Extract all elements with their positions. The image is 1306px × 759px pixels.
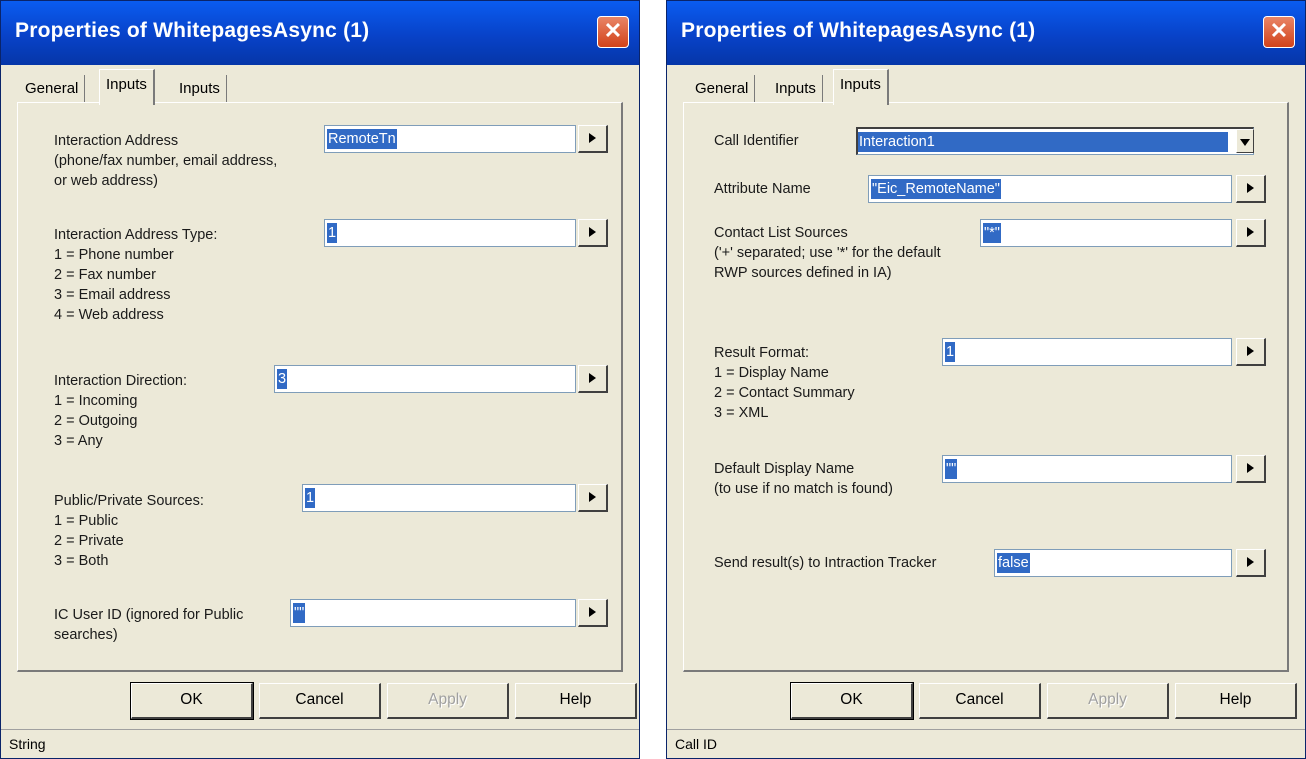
cancel-button[interactable]: Cancel: [919, 683, 1041, 719]
arrow-right-icon: [589, 492, 596, 502]
close-button[interactable]: ✕: [1263, 16, 1295, 48]
tab-inputs-2[interactable]: Inputs: [173, 75, 227, 103]
arrow-right-icon: [1247, 346, 1254, 356]
field-value: 3: [277, 369, 288, 389]
field-value: RemoteTn: [327, 129, 397, 149]
expression-button[interactable]: [1236, 549, 1266, 577]
arrow-right-icon: [1247, 227, 1254, 237]
tab-inputs-2[interactable]: Inputs: [833, 69, 889, 105]
arrow-right-icon: [589, 607, 596, 617]
close-icon: ✕: [603, 18, 623, 43]
tab-inputs-1[interactable]: Inputs: [769, 75, 823, 103]
interaction-address-type-field[interactable]: 1: [324, 219, 576, 247]
interaction-address-label: Interaction Address (phone/fax number, e…: [54, 133, 278, 189]
expression-button[interactable]: [1236, 219, 1266, 247]
tab-general[interactable]: General: [19, 75, 86, 103]
field-value: 1: [305, 488, 316, 508]
close-icon: ✕: [1269, 18, 1289, 43]
call-identifier-select[interactable]: Interaction1: [856, 127, 1254, 155]
interaction-address-type-label: Interaction Address Type: 1 = Phone numb…: [54, 227, 218, 323]
expression-button[interactable]: [578, 484, 608, 512]
window-title: Properties of WhitepagesAsync (1): [15, 19, 370, 42]
expression-button[interactable]: [578, 219, 608, 247]
field-value: 1: [327, 223, 338, 243]
field-value: "": [293, 603, 306, 623]
field-value: 1: [945, 342, 956, 362]
arrow-right-icon: [1247, 183, 1254, 193]
expression-button[interactable]: [1236, 455, 1266, 483]
chevron-down-icon: [1240, 139, 1250, 146]
arrow-right-icon: [589, 133, 596, 143]
default-display-name-field[interactable]: "": [942, 455, 1232, 483]
field-value: "Eic_RemoteName": [871, 179, 1001, 199]
call-identifier-label: Call Identifier: [714, 133, 799, 149]
tab-general[interactable]: General: [689, 75, 756, 103]
expression-button[interactable]: [578, 599, 608, 627]
ok-button[interactable]: OK: [790, 682, 914, 720]
cancel-button[interactable]: Cancel: [259, 683, 381, 719]
arrow-right-icon: [1247, 557, 1254, 567]
attribute-name-field[interactable]: "Eic_RemoteName": [868, 175, 1232, 203]
result-format-field[interactable]: 1: [942, 338, 1232, 366]
title-bar[interactable]: Properties of WhitepagesAsync (1) ✕: [667, 1, 1305, 65]
properties-dialog-right: Properties of WhitepagesAsync (1) ✕ Gene…: [666, 0, 1306, 759]
arrow-right-icon: [1247, 463, 1254, 473]
send-results-field[interactable]: false: [994, 549, 1232, 577]
apply-button[interactable]: Apply: [387, 683, 509, 719]
arrow-right-icon: [589, 227, 596, 237]
help-button[interactable]: Help: [1175, 683, 1297, 719]
field-value: "*": [983, 223, 1001, 243]
expression-button[interactable]: [578, 125, 608, 153]
attribute-name-label: Attribute Name: [714, 181, 811, 197]
tab-page: Call Identifier Interaction1 Attribute N…: [683, 102, 1289, 672]
default-display-name-label: Default Display Name (to use if no match…: [714, 461, 893, 497]
title-bar[interactable]: Properties of WhitepagesAsync (1) ✕: [1, 1, 639, 65]
result-format-label: Result Format: 1 = Display Name 2 = Cont…: [714, 345, 855, 421]
expression-button[interactable]: [1236, 175, 1266, 203]
dropdown-button[interactable]: [1236, 129, 1254, 153]
tab-page: Interaction Address (phone/fax number, e…: [17, 102, 623, 672]
close-button[interactable]: ✕: [597, 16, 629, 48]
ok-button[interactable]: OK: [130, 682, 254, 720]
field-value: false: [997, 553, 1030, 573]
contact-list-sources-label: Contact List Sources ('+' separated; use…: [714, 225, 941, 281]
window-title: Properties of WhitepagesAsync (1): [681, 19, 1036, 42]
expression-button[interactable]: [1236, 338, 1266, 366]
apply-button[interactable]: Apply: [1047, 683, 1169, 719]
field-value: "": [945, 459, 958, 479]
public-private-sources-field[interactable]: 1: [302, 484, 576, 512]
status-bar: String: [1, 729, 639, 758]
expression-button[interactable]: [578, 365, 608, 393]
field-value: Interaction1: [858, 132, 1228, 152]
tab-inputs-1[interactable]: Inputs: [99, 69, 155, 105]
status-bar: Call ID: [667, 729, 1305, 758]
arrow-right-icon: [589, 373, 596, 383]
interaction-direction-field[interactable]: 3: [274, 365, 576, 393]
interaction-direction-label: Interaction Direction: 1 = Incoming 2 = …: [54, 373, 187, 449]
properties-dialog-left: Properties of WhitepagesAsync (1) ✕ Gene…: [0, 0, 640, 759]
public-private-sources-label: Public/Private Sources: 1 = Public 2 = P…: [54, 493, 204, 569]
interaction-address-field[interactable]: RemoteTn: [324, 125, 576, 153]
ic-user-id-label: IC User ID (ignored for Public searches): [54, 607, 244, 643]
ic-user-id-field[interactable]: "": [290, 599, 576, 627]
help-button[interactable]: Help: [515, 683, 637, 719]
contact-list-sources-field[interactable]: "*": [980, 219, 1232, 247]
send-results-label: Send result(s) to Intraction Tracker: [714, 555, 937, 571]
